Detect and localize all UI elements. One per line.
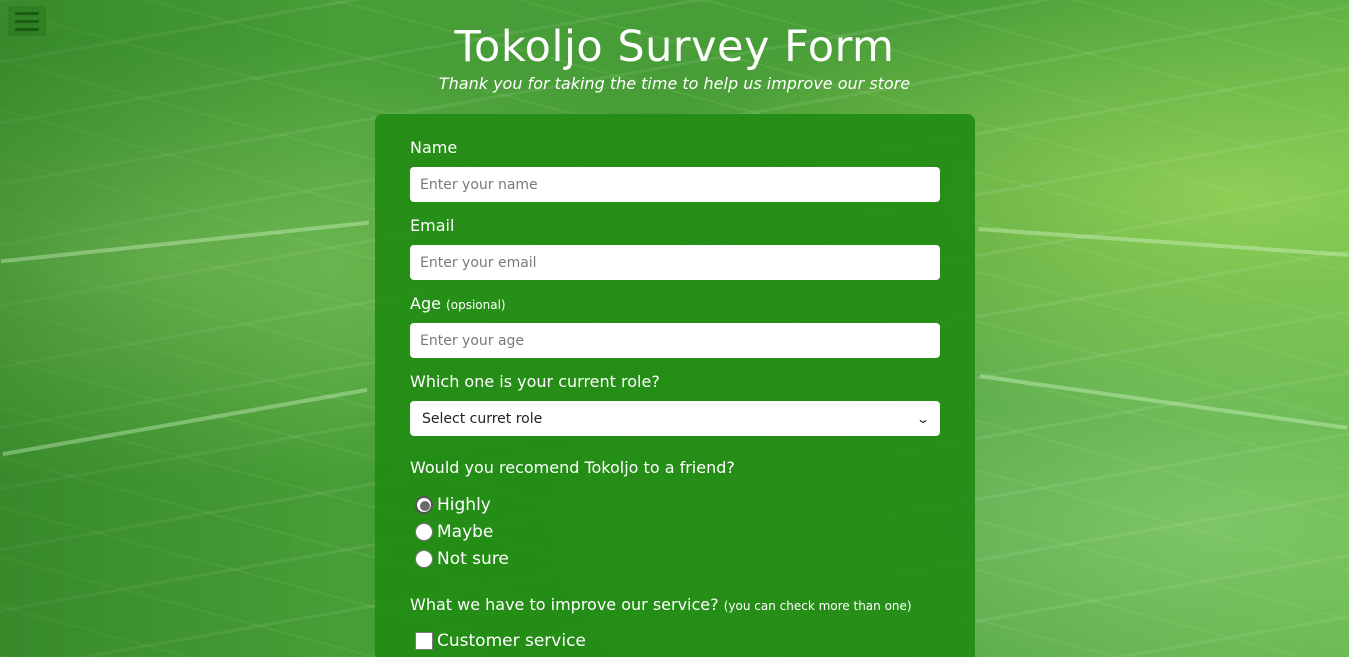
- name-input[interactable]: [410, 167, 940, 202]
- checkbox[interactable]: [415, 632, 433, 650]
- radio-option-maybe[interactable]: Maybe: [415, 522, 493, 542]
- age-label: Age (opsional): [410, 294, 506, 313]
- radio-button[interactable]: [415, 550, 433, 568]
- radio-option-not-sure[interactable]: Not sure: [415, 549, 509, 569]
- improve-label-text: What we have to improve our service?: [410, 595, 719, 614]
- age-optional-note: (opsional): [446, 298, 506, 312]
- page-title: Tokoljo Survey Form: [454, 22, 895, 72]
- improve-label: What we have to improve our service? (yo…: [410, 595, 912, 614]
- page-header: Tokoljo Survey Form Thank you for taking…: [0, 22, 1349, 93]
- radio-label: Maybe: [437, 522, 494, 542]
- radio-label: Highly: [437, 495, 491, 515]
- chevron-down-icon: ⌄: [915, 411, 931, 426]
- role-select[interactable]: Select curret role ⌄: [410, 401, 940, 436]
- page-subtitle: Thank you for taking the time to help us…: [438, 74, 911, 93]
- improve-label-note: (you can check more than one): [723, 599, 912, 613]
- checkbox-label: Customer service: [437, 631, 586, 651]
- radio-button[interactable]: [415, 496, 433, 514]
- email-label: Email: [410, 216, 455, 235]
- survey-form: Name Email Age (opsional) Which one is y…: [375, 114, 975, 657]
- name-label: Name: [410, 138, 458, 157]
- radio-option-highly[interactable]: Highly: [415, 495, 491, 515]
- age-input[interactable]: [410, 323, 940, 358]
- recommend-label: Would you recomend Tokoljo to a friend?: [410, 458, 735, 477]
- checkbox-option-customer-service[interactable]: Customer service: [415, 631, 586, 651]
- role-select-value: Select curret role: [422, 410, 543, 427]
- role-label: Which one is your current role?: [410, 372, 660, 391]
- radio-button[interactable]: [415, 523, 433, 541]
- email-input[interactable]: [410, 245, 940, 280]
- radio-label: Not sure: [437, 549, 509, 569]
- age-label-text: Age: [410, 294, 441, 313]
- menu-bar: [15, 11, 39, 15]
